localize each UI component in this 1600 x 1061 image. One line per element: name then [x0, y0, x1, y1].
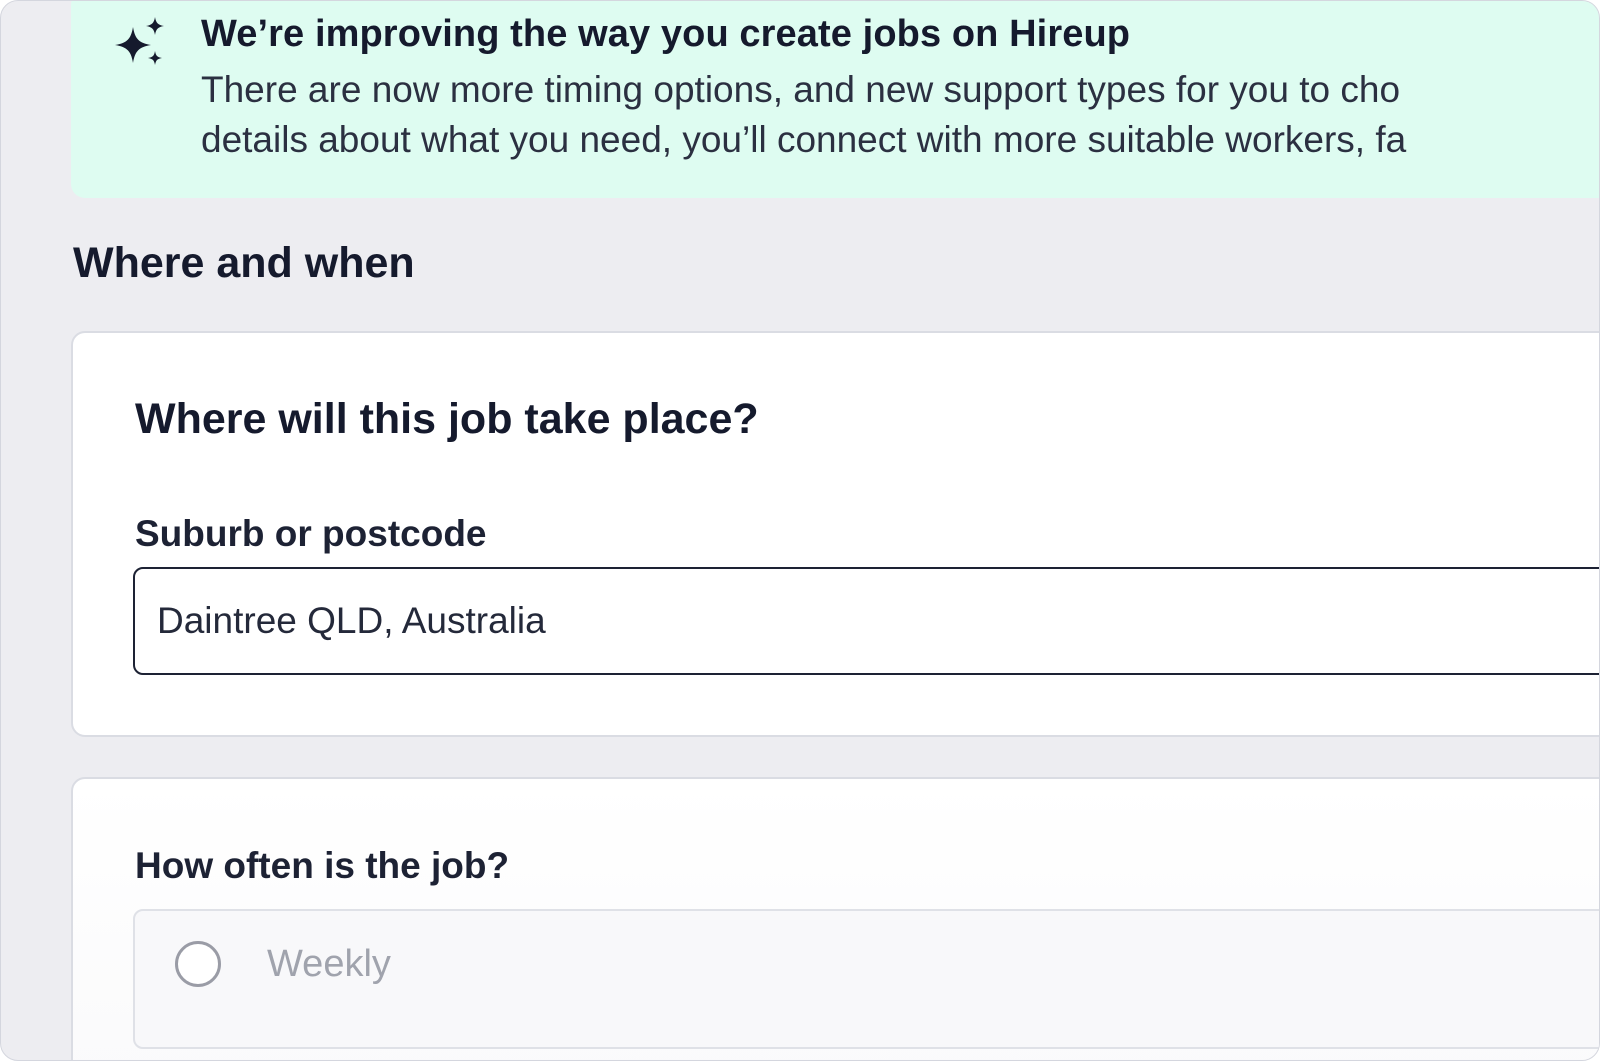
radio-button[interactable] — [175, 941, 221, 987]
location-question: Where will this job take place? — [135, 395, 759, 443]
frequency-card: How often is the job? Weekly — [71, 777, 1599, 1060]
banner-description-line: There are now more timing options, and n… — [201, 69, 1401, 110]
banner-description: There are now more timing options, and n… — [201, 65, 1406, 165]
banner-description-line: details about what you need, you’ll conn… — [201, 119, 1407, 160]
section-heading: Where and when — [73, 239, 415, 287]
suburb-field-label: Suburb or postcode — [135, 513, 487, 554]
location-card: Where will this job take place? Suburb o… — [71, 331, 1599, 737]
page-frame: We’re improving the way you create jobs … — [0, 0, 1600, 1061]
sparkles-icon — [115, 17, 164, 65]
info-banner: We’re improving the way you create jobs … — [71, 1, 1599, 198]
frequency-question: How often is the job? — [135, 845, 510, 886]
suburb-input[interactable] — [133, 567, 1599, 675]
banner-title: We’re improving the way you create jobs … — [201, 13, 1131, 55]
frequency-option-weekly[interactable]: Weekly — [133, 909, 1599, 1049]
frequency-option-label: Weekly — [267, 943, 391, 985]
